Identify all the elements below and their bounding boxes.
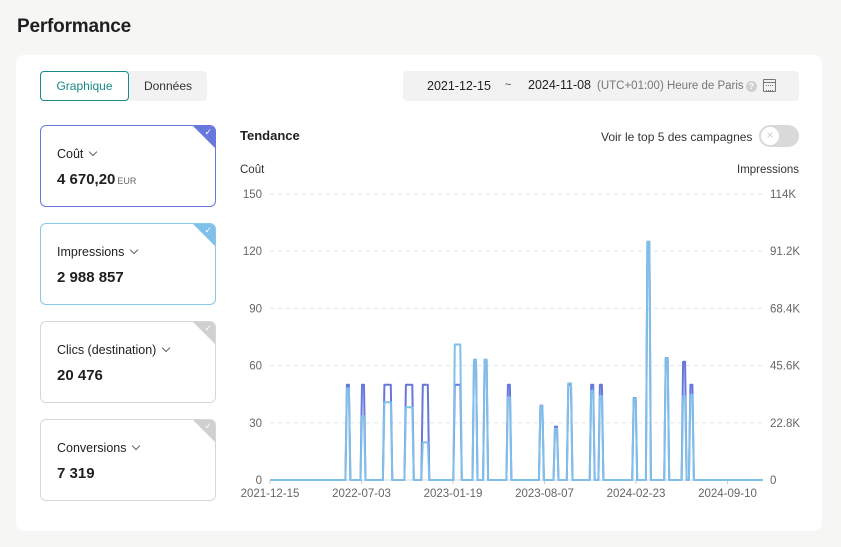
y-tick-label: 150: [243, 189, 262, 201]
y-tick-label: 0: [256, 475, 262, 487]
y2-tick-label: 0: [770, 475, 776, 487]
y-tick-label: 120: [243, 246, 262, 258]
x-tick-label: 2024-09-10: [698, 488, 757, 500]
y2-tick-label: 68.4K: [770, 303, 800, 315]
series-line-impressions: [270, 240, 763, 481]
y-tick-label: 60: [249, 361, 262, 373]
x-tick-label: 2022-07-03: [332, 488, 391, 500]
x-tick-label: 2023-08-07: [515, 488, 574, 500]
y2-tick-label: 91.2K: [770, 246, 800, 258]
x-tick-label: 2024-02-23: [607, 488, 666, 500]
y2-tick-label: 22.8K: [770, 418, 800, 430]
x-tick-label: 2021-12-15: [241, 488, 300, 500]
y2-tick-label: 45.6K: [770, 361, 800, 373]
x-tick-label: 2023-01-19: [424, 488, 483, 500]
y2-tick-label: 114K: [770, 189, 796, 201]
y-tick-label: 90: [249, 303, 262, 315]
y-tick-label: 30: [249, 418, 262, 430]
trend-chart: 0 0 30 22.8K 60 45.6K 90 68.4K 120 91.2K 150 114K 20…: [241, 189, 801, 500]
